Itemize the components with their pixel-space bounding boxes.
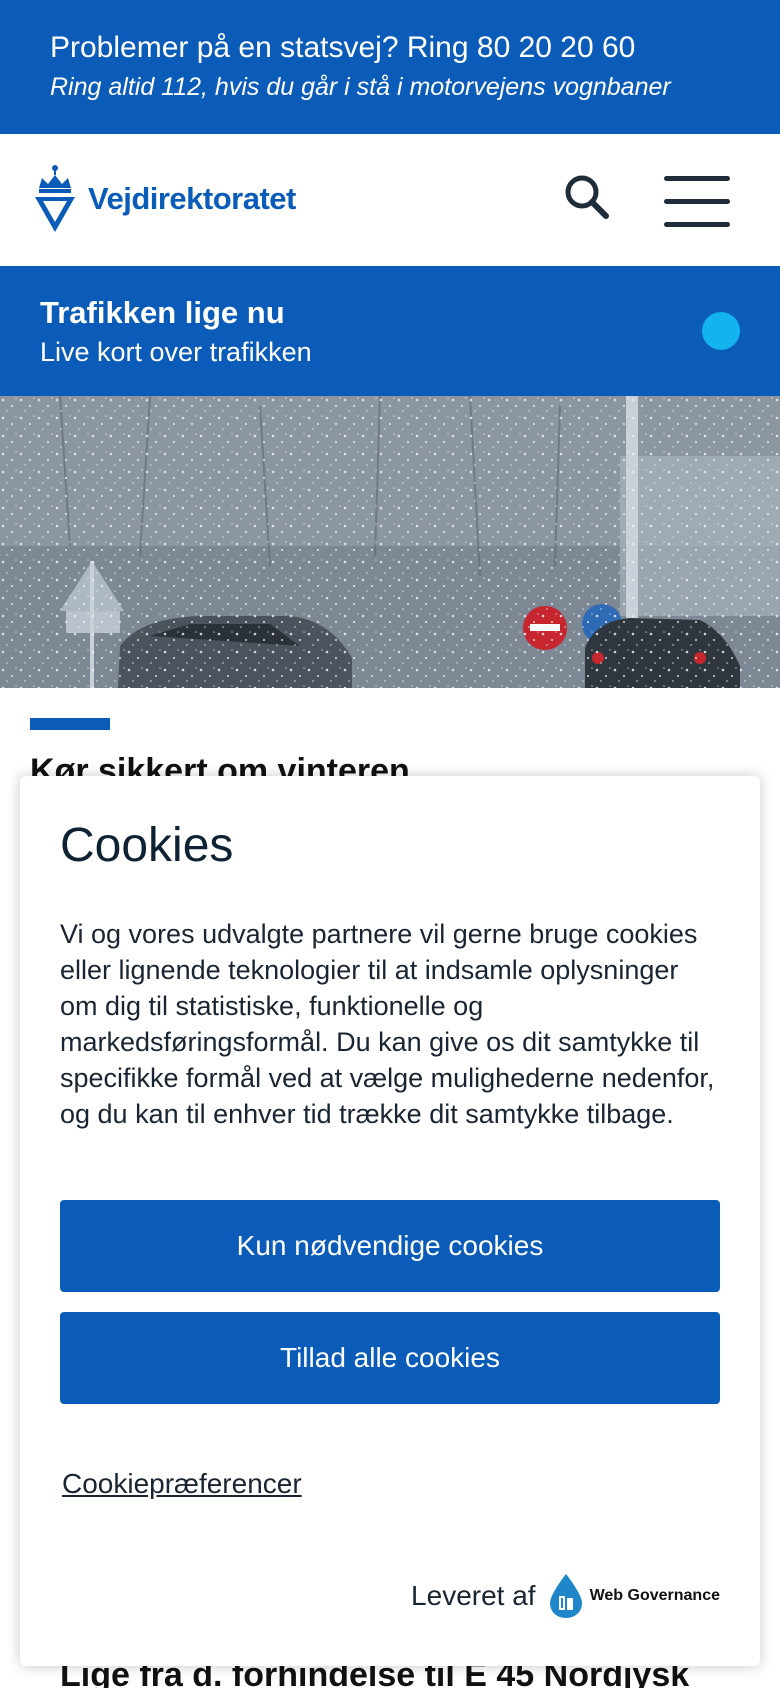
logo-wordmark: Vejdirektoratet — [88, 181, 296, 216]
hamburger-menu-icon — [664, 176, 730, 181]
emergency-112-text: Ring altid 112, hvis du går i stå i moto… — [50, 73, 671, 101]
cookie-dialog-body: Vi og vores udvalgte partnere vil gerne … — [60, 919, 715, 1129]
cookie-dialog-title: Cookies — [60, 819, 234, 872]
cookie-preferences-link[interactable]: Cookiepræferencer — [62, 1468, 302, 1500]
menu-button[interactable] — [664, 176, 730, 228]
web-governance-drop-icon[interactable] — [546, 1572, 586, 1620]
emergency-banner: Problemer på en statsvej? Ring 80 20 20 … — [0, 0, 780, 134]
vejdirektoratet-logo[interactable]: Vejdirektoratet — [34, 164, 296, 234]
cookie-provider: Leveret af Web Governance — [411, 1572, 720, 1620]
emergency-phone-text[interactable]: Problemer på en statsvej? Ring 80 20 20 … — [50, 28, 780, 68]
allow-all-cookies-button[interactable]: Tillad alle cookies — [60, 1312, 720, 1404]
provider-label: Leveret af — [411, 1580, 536, 1611]
cookie-consent-dialog: Cookies Vi og vores udvalgte partnere vi… — [20, 776, 760, 1666]
necessary-cookies-button[interactable]: Kun nødvendige cookies — [60, 1200, 720, 1292]
provider-brand: Web Governance — [589, 1587, 720, 1604]
site-header: Vejdirektoratet — [0, 134, 780, 266]
search-button[interactable] — [560, 170, 614, 224]
search-icon — [565, 175, 609, 219]
crown-triangle-icon — [35, 165, 75, 232]
